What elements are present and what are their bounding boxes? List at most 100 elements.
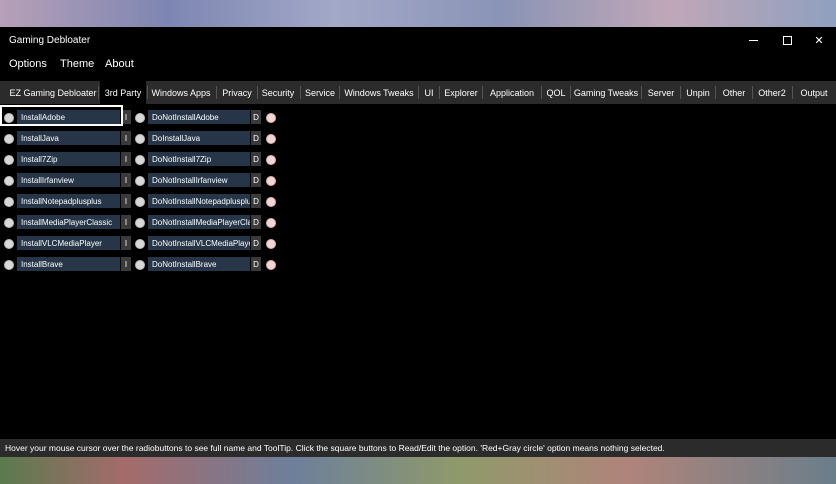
uninstall-radio[interactable] bbox=[135, 197, 145, 207]
tab-other[interactable]: Other bbox=[717, 81, 751, 104]
install-edit-button[interactable]: I bbox=[121, 194, 131, 208]
install-option-label[interactable]: InstallNotepadplusplus bbox=[17, 194, 120, 208]
title-bar[interactable]: Gaming Debloater ✕ bbox=[0, 27, 836, 54]
none-selected-radio[interactable] bbox=[266, 260, 276, 270]
uninstall-edit-button[interactable]: D bbox=[251, 152, 261, 166]
uninstall-radio[interactable] bbox=[135, 134, 145, 144]
uninstall-option-label[interactable]: DoNotInstall7Zip bbox=[148, 152, 250, 166]
none-selected-radio[interactable] bbox=[266, 176, 276, 186]
uninstall-edit-button[interactable]: D bbox=[251, 110, 261, 124]
menu-theme[interactable]: Theme bbox=[60, 58, 94, 70]
uninstall-radio[interactable] bbox=[135, 113, 145, 123]
minimize-button[interactable] bbox=[742, 31, 764, 49]
install-radio[interactable] bbox=[4, 197, 14, 207]
uninstall-option-label[interactable]: DoInstallJava bbox=[148, 131, 250, 145]
none-selected-radio[interactable] bbox=[266, 155, 276, 165]
install-edit-button[interactable]: I bbox=[121, 173, 131, 187]
option-row: InstallMediaPlayerClassic I DoNotInstallMe… bbox=[0, 214, 300, 232]
tab-service[interactable]: Service bbox=[302, 81, 338, 104]
maximize-icon bbox=[782, 35, 792, 45]
tab-ez-gaming-debloater[interactable]: EZ Gaming Debloater bbox=[8, 81, 98, 104]
install-option-label[interactable]: Install7Zip bbox=[17, 152, 120, 166]
desktop-wallpaper-bottom bbox=[0, 456, 836, 484]
option-row: Install7Zip I DoNotInstall7Zip D bbox=[0, 151, 300, 169]
install-option-label[interactable]: InstallIrfanview bbox=[17, 173, 120, 187]
install-edit-button[interactable]: I bbox=[121, 131, 131, 145]
tab-security[interactable]: Security bbox=[259, 81, 297, 104]
tab-separator bbox=[715, 86, 716, 99]
close-button[interactable]: ✕ bbox=[808, 31, 830, 49]
install-radio[interactable] bbox=[4, 134, 14, 144]
uninstall-option-label[interactable]: DoNotInstallVLCMediaPlayer bbox=[148, 236, 250, 250]
install-option-label[interactable]: InstallMediaPlayerClassic bbox=[17, 215, 120, 229]
install-radio[interactable] bbox=[4, 260, 14, 270]
uninstall-option-label[interactable]: DoNotInstallNotepadplusplus bbox=[148, 194, 250, 208]
tab-explorer[interactable]: Explorer bbox=[441, 81, 481, 104]
maximize-button[interactable] bbox=[776, 31, 798, 49]
tab-separator bbox=[570, 86, 571, 99]
tab-application[interactable]: Application bbox=[484, 81, 540, 104]
none-selected-radio[interactable] bbox=[266, 239, 276, 249]
install-edit-button[interactable]: I bbox=[121, 257, 131, 271]
option-row: InstallJava I DoInstallJava D bbox=[0, 130, 300, 148]
tab-separator bbox=[257, 86, 258, 99]
install-radio[interactable] bbox=[4, 218, 14, 228]
none-selected-radio[interactable] bbox=[266, 134, 276, 144]
none-selected-radio[interactable] bbox=[266, 218, 276, 228]
uninstall-edit-button[interactable]: D bbox=[251, 173, 261, 187]
uninstall-edit-button[interactable]: D bbox=[251, 236, 261, 250]
tab-gaming-tweaks[interactable]: Gaming Tweaks bbox=[572, 81, 640, 104]
tab-3rd-party[interactable]: 3rd Party bbox=[100, 81, 146, 104]
uninstall-radio[interactable] bbox=[135, 218, 145, 228]
tab-separator bbox=[792, 86, 793, 99]
tab-windows-tweaks[interactable]: Windows Tweaks bbox=[341, 81, 417, 104]
app-window: Gaming Debloater ✕ Options Theme About E… bbox=[0, 27, 836, 457]
uninstall-option-label[interactable]: DoNotInstallBrave bbox=[148, 257, 250, 271]
tab-output[interactable]: Output bbox=[794, 81, 834, 104]
status-text: Hover your mouse cursor over the radiobu… bbox=[5, 443, 665, 453]
tab-windows-apps[interactable]: Windows Apps bbox=[149, 81, 213, 104]
install-option-label[interactable]: InstallBrave bbox=[17, 257, 120, 271]
status-bar: Hover your mouse cursor over the radiobu… bbox=[0, 439, 836, 457]
window-title: Gaming Debloater bbox=[9, 35, 91, 46]
install-radio[interactable] bbox=[4, 155, 14, 165]
uninstall-edit-button[interactable]: D bbox=[251, 131, 261, 145]
tab-separator bbox=[482, 86, 483, 99]
install-option-label[interactable]: InstallVLCMediaPlayer bbox=[17, 236, 120, 250]
none-selected-radio[interactable] bbox=[266, 197, 276, 207]
tab-qol[interactable]: QOL bbox=[543, 81, 569, 104]
none-selected-radio[interactable] bbox=[266, 113, 276, 123]
uninstall-edit-button[interactable]: D bbox=[251, 215, 261, 229]
tab-separator bbox=[541, 86, 542, 99]
tab-ui[interactable]: UI bbox=[420, 81, 438, 104]
tab-separator bbox=[339, 86, 340, 99]
install-edit-button[interactable]: I bbox=[121, 215, 131, 229]
menu-options[interactable]: Options bbox=[9, 58, 47, 70]
install-option-label[interactable]: InstallJava bbox=[17, 131, 120, 145]
tab-privacy[interactable]: Privacy bbox=[218, 81, 256, 104]
tab-separator bbox=[641, 86, 642, 99]
uninstall-option-label[interactable]: DoNotInstallMediaPlayerClassic bbox=[148, 215, 250, 229]
menu-bar: Options Theme About bbox=[0, 55, 836, 75]
install-radio[interactable] bbox=[4, 176, 14, 186]
uninstall-option-label[interactable]: DoNotInstallIrfanview bbox=[148, 173, 250, 187]
menu-about[interactable]: About bbox=[105, 58, 134, 70]
install-edit-button[interactable]: I bbox=[121, 152, 131, 166]
close-icon: ✕ bbox=[814, 34, 824, 47]
install-radio[interactable] bbox=[4, 239, 14, 249]
option-row: InstallVLCMediaPlayer I DoNotInstallVLCMed… bbox=[0, 235, 300, 253]
uninstall-radio[interactable] bbox=[135, 155, 145, 165]
tab-separator bbox=[147, 86, 148, 99]
tab-other2[interactable]: Other2 bbox=[754, 81, 790, 104]
uninstall-option-label[interactable]: DoNotInstallAdobe bbox=[148, 110, 250, 124]
tab-unpin[interactable]: Unpin bbox=[682, 81, 714, 104]
tab-separator bbox=[300, 86, 301, 99]
tab-server[interactable]: Server bbox=[643, 81, 679, 104]
tab-separator bbox=[216, 86, 217, 99]
uninstall-radio[interactable] bbox=[135, 239, 145, 249]
uninstall-radio[interactable] bbox=[135, 176, 145, 186]
uninstall-edit-button[interactable]: D bbox=[251, 194, 261, 208]
uninstall-edit-button[interactable]: D bbox=[251, 257, 261, 271]
install-edit-button[interactable]: I bbox=[121, 236, 131, 250]
uninstall-radio[interactable] bbox=[135, 260, 145, 270]
